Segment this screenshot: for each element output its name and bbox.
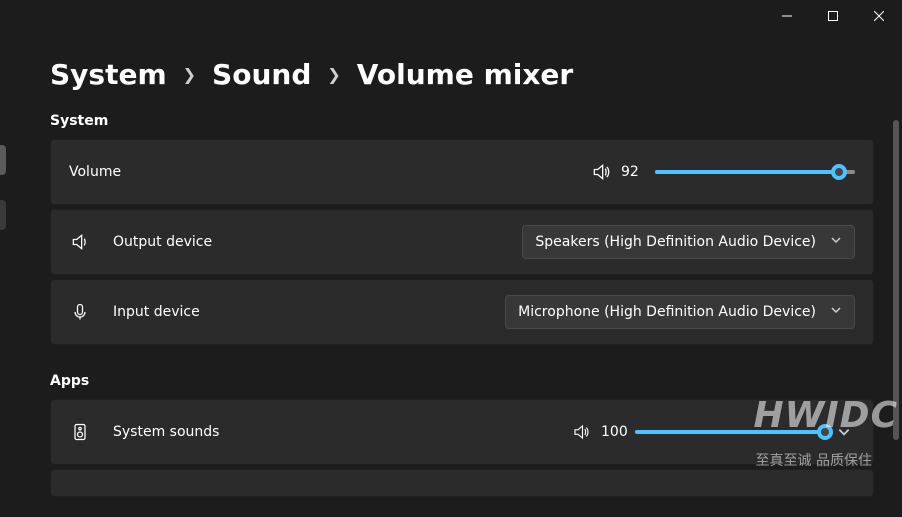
- system-sounds-label: System sounds: [113, 424, 219, 440]
- input-device-dropdown[interactable]: Microphone (High Definition Audio Device…: [505, 295, 855, 329]
- output-device-dropdown[interactable]: Speakers (High Definition Audio Device): [522, 225, 855, 259]
- window-controls: [764, 0, 902, 32]
- sidebar-stub: [0, 200, 6, 230]
- breadcrumb-system[interactable]: System: [50, 58, 167, 91]
- system-sounds-slider[interactable]: [635, 430, 825, 434]
- sidebar-stub: [0, 145, 6, 175]
- section-label-apps: Apps: [50, 373, 874, 389]
- section-label-system: System: [50, 113, 874, 129]
- speaker-icon[interactable]: [591, 162, 611, 182]
- close-button[interactable]: [856, 0, 902, 32]
- input-device-row: Input device Microphone (High Definition…: [50, 279, 874, 345]
- chevron-down-icon: [830, 234, 842, 250]
- scrollbar-thumb[interactable]: [893, 120, 899, 440]
- speaker-device-icon: [69, 422, 91, 442]
- scrollbar[interactable]: [892, 120, 900, 480]
- input-device-label: Input device: [113, 304, 200, 320]
- volume-value: 92: [621, 164, 655, 180]
- system-sounds-value: 100: [601, 424, 635, 440]
- chevron-right-icon: ❯: [183, 65, 196, 84]
- output-device-selected: Speakers (High Definition Audio Device): [535, 234, 816, 250]
- microphone-icon: [69, 302, 91, 322]
- breadcrumb: System ❯ Sound ❯ Volume mixer: [50, 58, 874, 91]
- maximize-button[interactable]: [810, 0, 856, 32]
- chevron-right-icon: ❯: [327, 65, 340, 84]
- speaker-icon[interactable]: [571, 423, 591, 441]
- breadcrumb-sound[interactable]: Sound: [212, 58, 311, 91]
- system-sounds-row: System sounds 100: [50, 399, 874, 465]
- volume-slider[interactable]: [655, 170, 855, 174]
- volume-row: Volume 92: [50, 139, 874, 205]
- expand-button[interactable]: [833, 425, 855, 439]
- chevron-down-icon: [830, 304, 842, 320]
- volume-label: Volume: [69, 164, 121, 180]
- breadcrumb-current: Volume mixer: [357, 58, 573, 91]
- minimize-button[interactable]: [764, 0, 810, 32]
- output-device-label: Output device: [113, 234, 212, 250]
- reset-row: [50, 469, 874, 497]
- output-device-row: Output device Speakers (High Definition …: [50, 209, 874, 275]
- speaker-icon: [69, 232, 91, 252]
- input-device-selected: Microphone (High Definition Audio Device…: [518, 304, 816, 320]
